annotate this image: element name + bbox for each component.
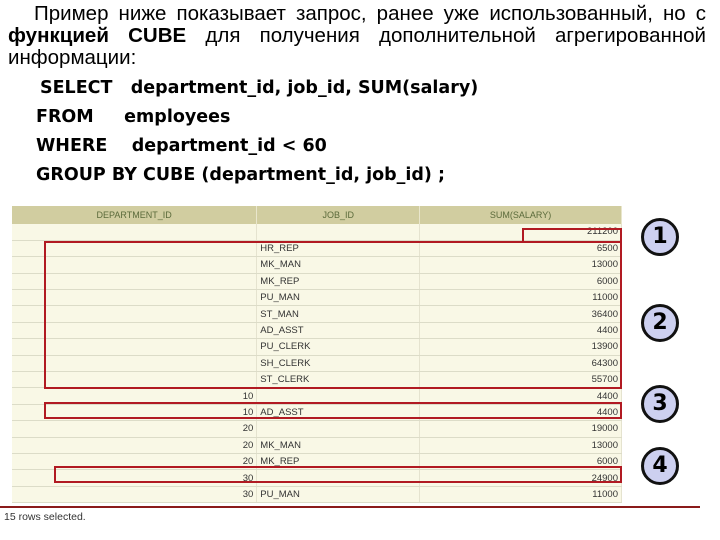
intro-bold: функцией CUBE [8, 24, 187, 47]
table-row: 20 19000 [12, 420, 622, 438]
header-sum-salary: SUM(SALARY) [419, 206, 622, 224]
callout-1: 1 [641, 218, 679, 256]
highlight-box-4 [54, 466, 622, 483]
cell-job-id [256, 224, 421, 241]
cell-department-id [12, 224, 258, 241]
rows-selected-footer: 15 rows selected. [4, 511, 86, 523]
cell-job-id: MK_MAN [256, 437, 421, 454]
header-department-id: DEPARTMENT_ID [12, 206, 258, 224]
table-row: 30 PU_MAN 11000 [12, 486, 622, 504]
cell-sum-salary: 13000 [419, 437, 622, 454]
intro-paragraph: Пример ниже показывает запрос, ранее уже… [8, 3, 706, 69]
cell-department-id: 20 [12, 437, 258, 454]
cell-department-id: 20 [12, 420, 258, 438]
cell-sum-salary: 19000 [419, 420, 622, 438]
callout-2: 2 [641, 304, 679, 342]
divider [0, 506, 700, 508]
highlight-box-3 [44, 402, 622, 419]
code-line-where: WHERE department_id < 60 [36, 136, 327, 156]
cell-job-id [256, 420, 421, 438]
cell-department-id: 30 [12, 486, 258, 504]
table-row: 20 MK_MAN 13000 [12, 437, 622, 454]
header-job-id: JOB_ID [256, 206, 421, 224]
code-line-select: SELECT department_id, job_id, SUM(salary… [40, 78, 479, 98]
code-line-from: FROM employees [36, 107, 231, 127]
cell-sum-salary: 11000 [419, 486, 622, 504]
callout-3: 3 [641, 385, 679, 423]
cell-job-id: PU_MAN [256, 486, 421, 504]
code-line-groupby: GROUP BY CUBE (department_id, job_id) ; [36, 165, 446, 185]
intro-text: Пример ниже показывает запрос, ранее уже… [34, 2, 706, 25]
callout-4: 4 [641, 447, 679, 485]
highlight-box-2 [44, 241, 622, 389]
